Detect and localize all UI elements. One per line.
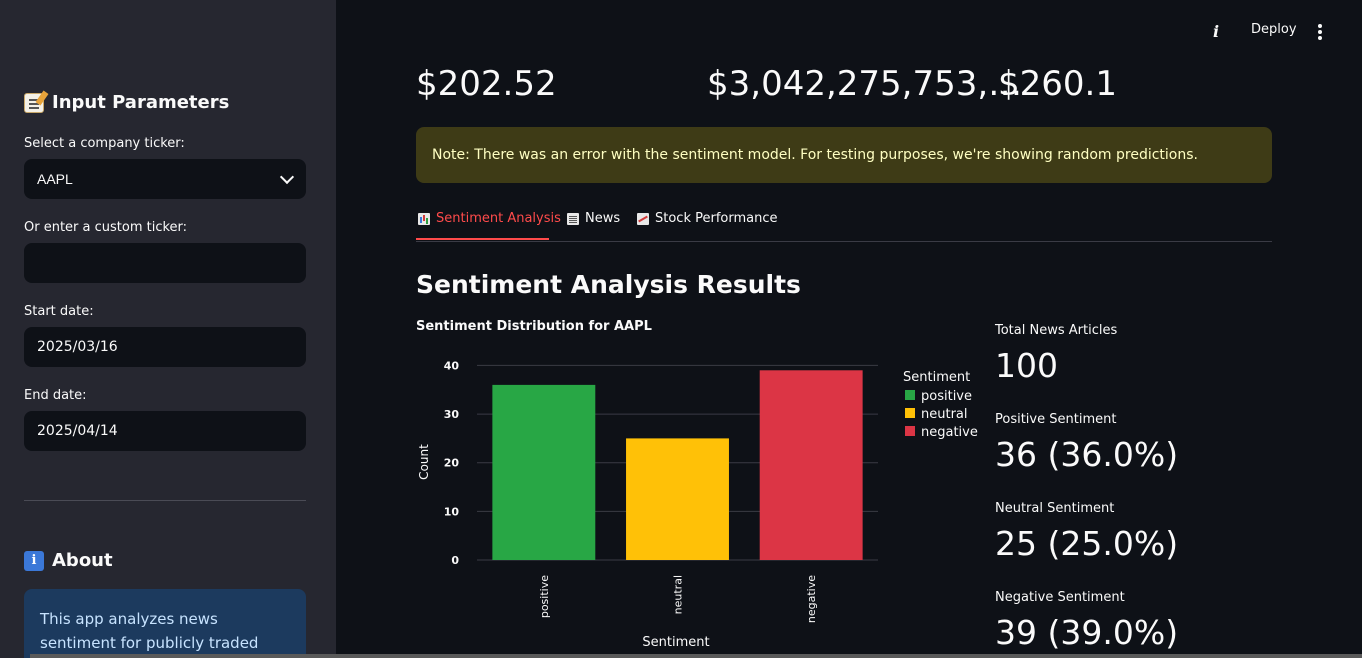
total-articles-label: Total News Articles xyxy=(995,323,1118,338)
negative-sentiment-label: Negative Sentiment xyxy=(995,590,1125,605)
neutral-sentiment-value: 25 (25.0%) xyxy=(995,524,1179,563)
y-tick-label: 20 xyxy=(444,457,460,470)
metric-current-price: $202.52 xyxy=(416,64,557,104)
tab-bar: Sentiment Analysis News Stock Performanc… xyxy=(416,208,1272,242)
active-tab-indicator xyxy=(416,238,549,240)
metric-label-clipped xyxy=(416,40,616,50)
legend-item-neutral: neutral xyxy=(921,407,968,422)
y-tick-label: 40 xyxy=(444,359,460,372)
legend-swatch-positive xyxy=(905,390,915,400)
metric-target: $260.1 xyxy=(998,64,1117,104)
tab-news[interactable]: News xyxy=(567,211,620,226)
custom-ticker-input[interactable] xyxy=(24,243,306,283)
tab-stock-performance[interactable]: Stock Performance xyxy=(637,211,778,226)
tab-sentiment-analysis[interactable]: Sentiment Analysis xyxy=(418,211,561,226)
bar-chart-icon xyxy=(418,212,430,225)
line-chart-icon xyxy=(637,212,649,225)
section-title: Sentiment Analysis Results xyxy=(416,270,801,299)
ticker-select[interactable]: AAPL xyxy=(24,159,306,199)
y-axis-label: Count xyxy=(417,444,431,480)
sentiment-model-warning: Note: There was an error with the sentim… xyxy=(416,127,1272,183)
negative-sentiment-value: 39 (39.0%) xyxy=(995,613,1179,652)
positive-sentiment-value: 36 (36.0%) xyxy=(995,435,1179,474)
start-date-input[interactable]: 2025/03/16 xyxy=(24,327,306,367)
ticker-select-label: Select a company ticker: xyxy=(24,136,185,151)
y-tick-label: 0 xyxy=(451,554,459,567)
about-heading: i About xyxy=(24,550,113,571)
x-tick-label: negative xyxy=(805,575,818,623)
x-tick-label: neutral xyxy=(672,575,685,614)
legend-title: Sentiment xyxy=(903,370,970,385)
deploy-button[interactable]: Deploy xyxy=(1251,22,1297,37)
horizontal-scrollbar[interactable] xyxy=(30,654,1362,658)
x-axis-label: Sentiment xyxy=(642,635,709,650)
chart-title: Sentiment Distribution for AAPL xyxy=(416,319,652,334)
y-tick-label: 30 xyxy=(444,408,460,421)
newspaper-icon xyxy=(567,212,579,225)
info-icon: i xyxy=(24,550,44,571)
metric-label-clipped xyxy=(998,40,1198,50)
sidebar-divider xyxy=(24,500,306,501)
end-date-label: End date: xyxy=(24,388,87,403)
legend-swatch-negative xyxy=(905,426,915,436)
chevron-down-icon[interactable] xyxy=(279,169,295,185)
metric-label-clipped xyxy=(707,40,907,50)
x-tick-label: positive xyxy=(538,575,551,618)
bar-neutral xyxy=(626,438,729,560)
app-info-icon[interactable]: i xyxy=(1213,22,1219,41)
neutral-sentiment-label: Neutral Sentiment xyxy=(995,501,1115,516)
sentiment-bar-chart: 010203040 positive neutral negative Count … xyxy=(417,359,978,650)
chart-legend: Sentiment positive neutral negative xyxy=(903,370,978,440)
about-text: This app analyzes news sentiment for pub… xyxy=(40,610,259,652)
positive-sentiment-label: Positive Sentiment xyxy=(995,412,1117,427)
legend-swatch-neutral xyxy=(905,408,915,418)
start-date-label: Start date: xyxy=(24,304,94,319)
metric-market-cap: $3,042,275,753,… xyxy=(707,64,1023,104)
bar-positive xyxy=(492,384,596,560)
main-menu-icon[interactable] xyxy=(1318,24,1322,28)
custom-ticker-label: Or enter a custom ticker: xyxy=(24,220,188,235)
about-info-box: This app analyzes news sentiment for pub… xyxy=(24,589,306,658)
bar-negative xyxy=(759,370,863,560)
input-parameters-heading: Input Parameters xyxy=(24,92,229,113)
end-date-input[interactable]: 2025/04/14 xyxy=(24,411,306,451)
legend-item-positive: positive xyxy=(921,389,972,404)
memo-icon xyxy=(24,92,44,113)
sidebar: Input Parameters Select a company ticker… xyxy=(0,0,336,658)
ticker-select-value: AAPL xyxy=(37,171,73,187)
total-articles-value: 100 xyxy=(995,346,1058,385)
legend-item-negative: negative xyxy=(921,425,978,440)
y-tick-label: 10 xyxy=(444,505,460,518)
